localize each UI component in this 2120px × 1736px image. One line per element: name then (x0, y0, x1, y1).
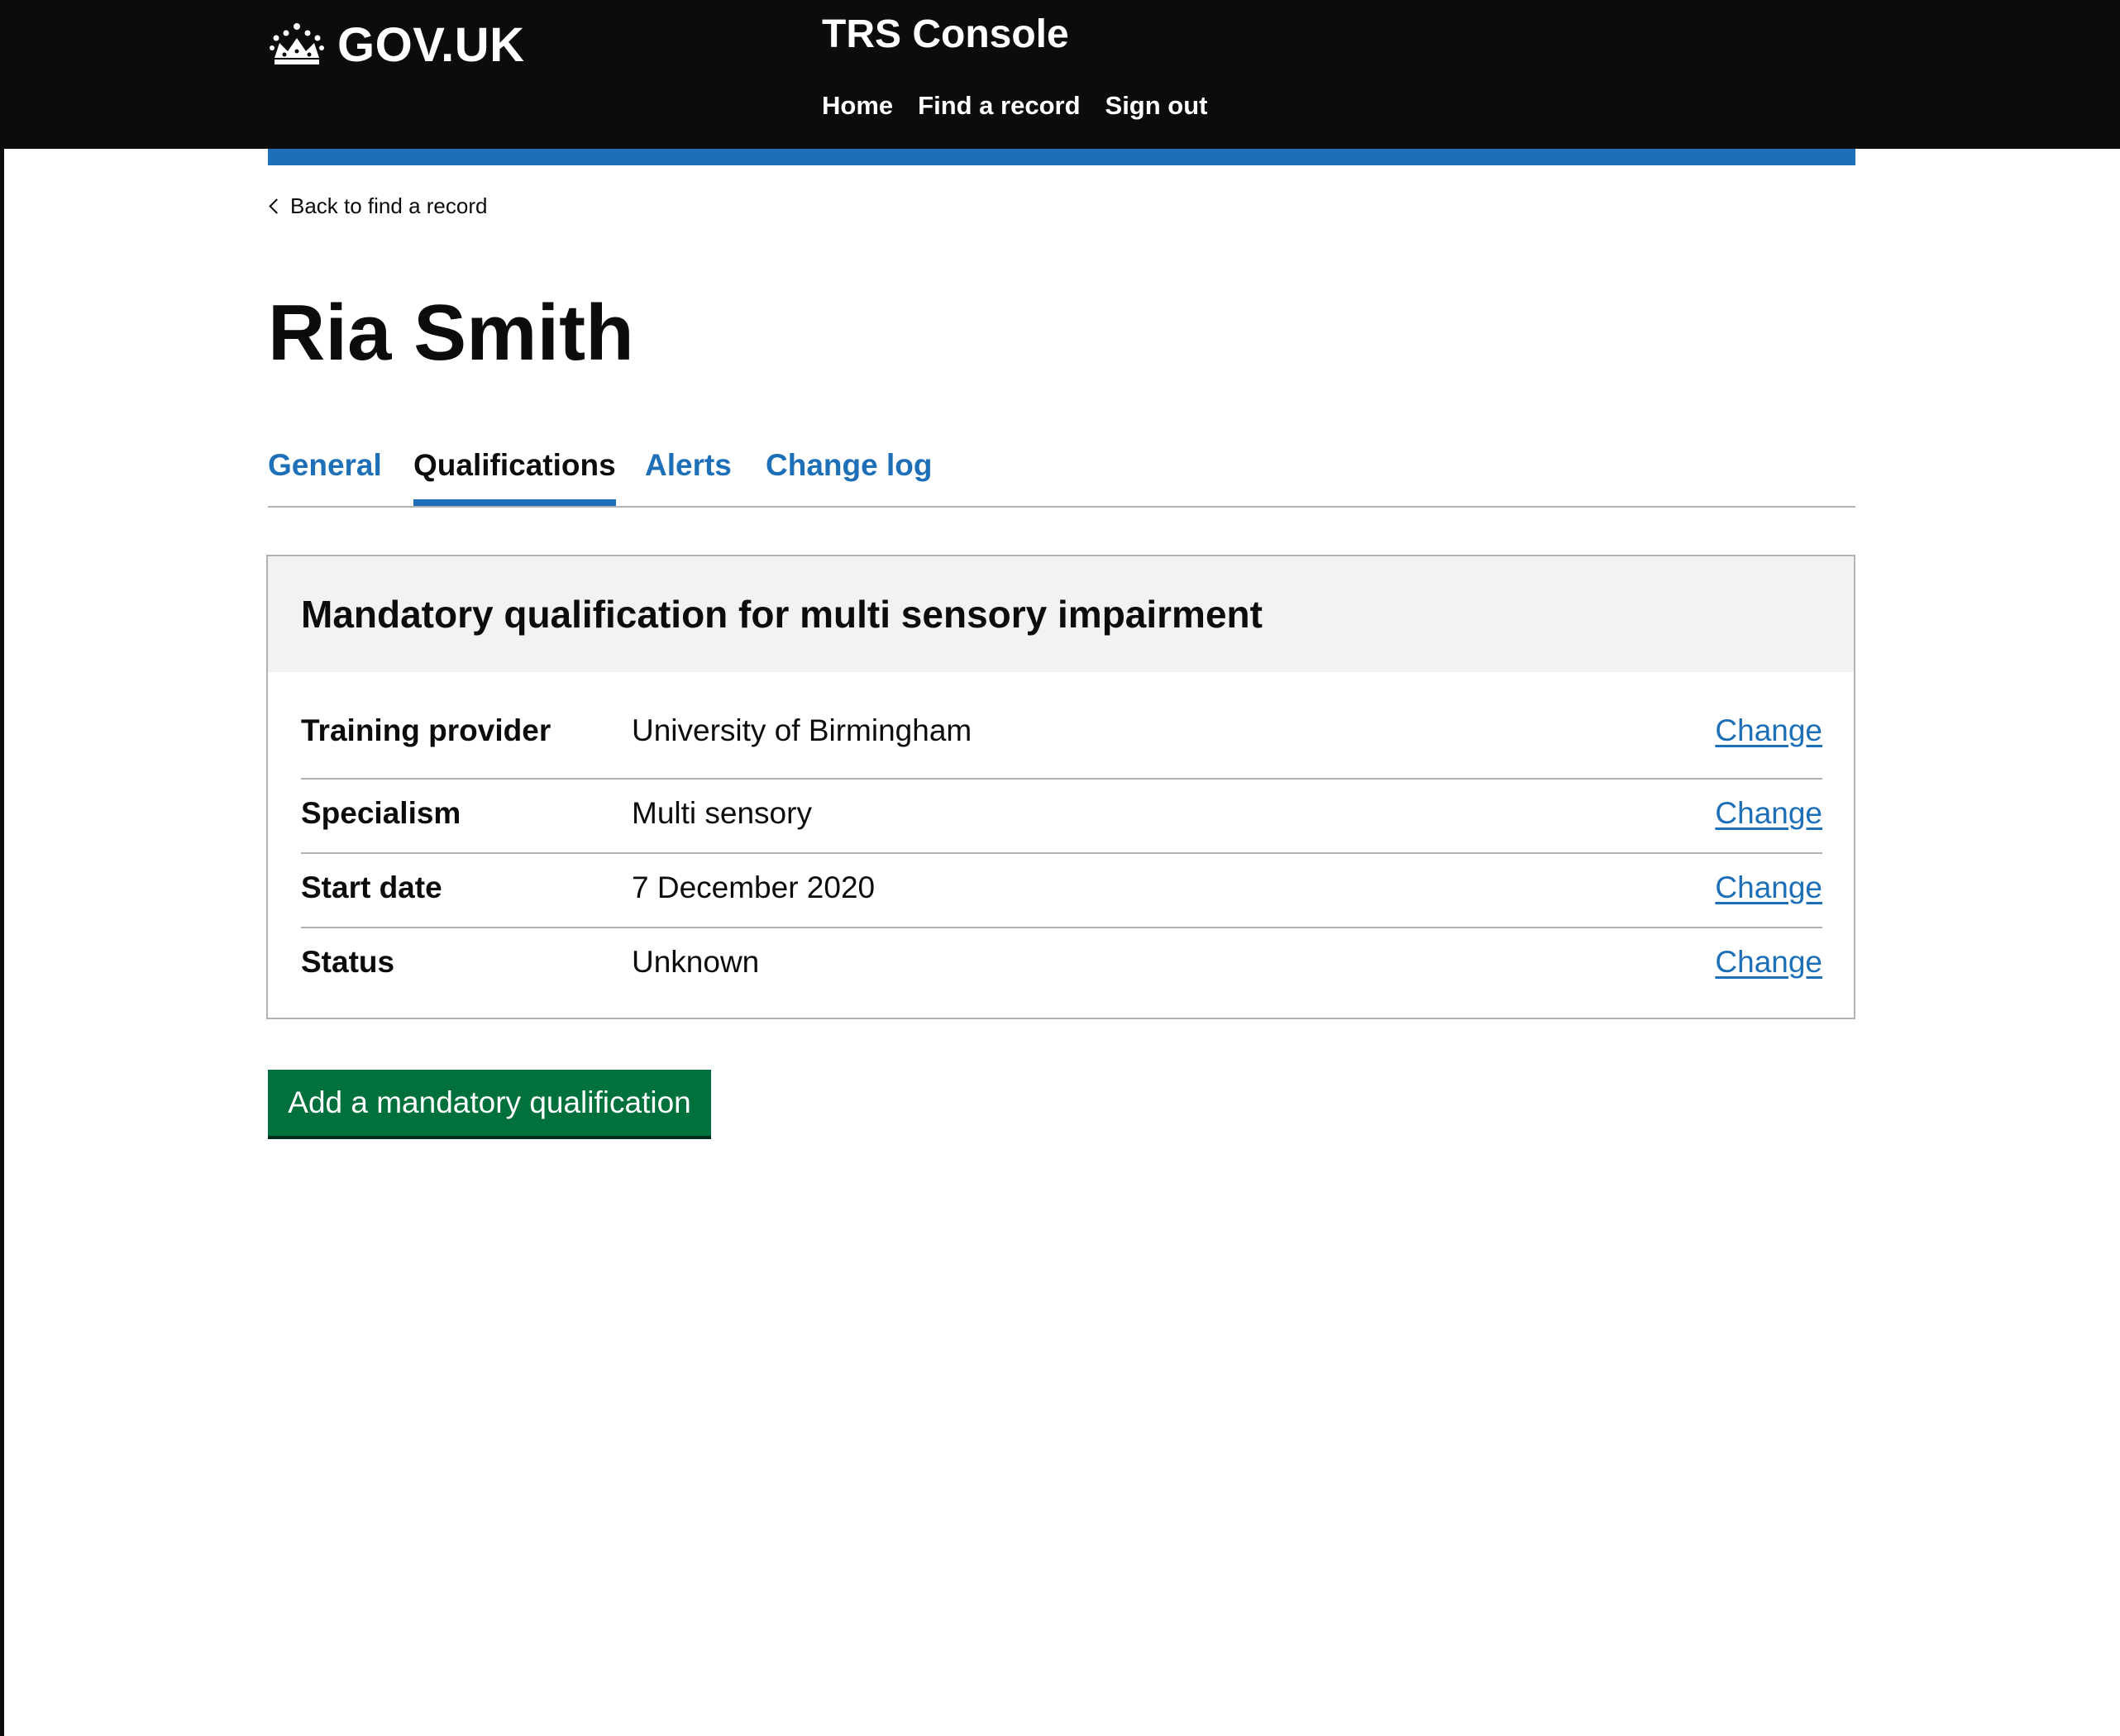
qualification-summary-card: Mandatory qualification for multi sensor… (266, 555, 1855, 1019)
back-link[interactable]: Back to find a record (268, 193, 487, 219)
summary-key: Training provider (301, 713, 551, 747)
summary-row-training-provider: Training provider University of Birmingh… (301, 705, 1822, 780)
nav-sign-out[interactable]: Sign out (1105, 91, 1208, 121)
tab-change-log[interactable]: Change log (766, 446, 932, 506)
header-accent-bar (268, 149, 1855, 165)
summary-value: University of Birmingham (632, 713, 972, 747)
summary-row-status: Status Unknown Change (301, 928, 1822, 1003)
page-title: Ria Smith (268, 289, 634, 377)
change-start-date-link[interactable]: Change (1715, 870, 1822, 905)
summary-key: Start date (301, 870, 442, 904)
window-edge (0, 0, 4, 1736)
tab-general[interactable]: General (268, 446, 382, 506)
site-header: GOV.UK TRS Console Home Find a record Si… (0, 0, 2120, 149)
crown-icon (270, 23, 324, 64)
summary-key: Specialism (301, 796, 461, 830)
chevron-left-icon (269, 198, 284, 214)
summary-row-start-date: Start date 7 December 2020 Change (301, 854, 1822, 928)
change-specialism-link[interactable]: Change (1715, 796, 1822, 831)
govuk-logo[interactable]: GOV.UK (268, 12, 524, 78)
summary-value: Multi sensory (632, 796, 812, 830)
summary-key: Status (301, 945, 395, 979)
header-navigation: Home Find a record Sign out (822, 91, 1208, 121)
nav-find-a-record[interactable]: Find a record (918, 91, 1080, 121)
tab-qualifications[interactable]: Qualifications (413, 446, 616, 506)
tab-alerts[interactable]: Alerts (645, 446, 732, 506)
logo-text: GOV.UK (337, 17, 525, 72)
card-title: Mandatory qualification for multi sensor… (301, 593, 1263, 636)
summary-row-specialism: Specialism Multi sensory Change (301, 780, 1822, 854)
nav-home[interactable]: Home (822, 91, 893, 121)
summary-value: Unknown (632, 945, 760, 979)
change-status-link[interactable]: Change (1715, 945, 1822, 980)
add-mandatory-qualification-button[interactable]: Add a mandatory qualification (268, 1070, 711, 1136)
record-tabs: General Qualifications Alerts Change log (268, 446, 1855, 508)
summary-value: 7 December 2020 (632, 870, 876, 904)
card-header: Mandatory qualification for multi sensor… (268, 556, 1854, 672)
service-name[interactable]: TRS Console (822, 12, 1069, 57)
back-link-label: Back to find a record (290, 193, 488, 218)
change-training-provider-link[interactable]: Change (1715, 713, 1822, 748)
